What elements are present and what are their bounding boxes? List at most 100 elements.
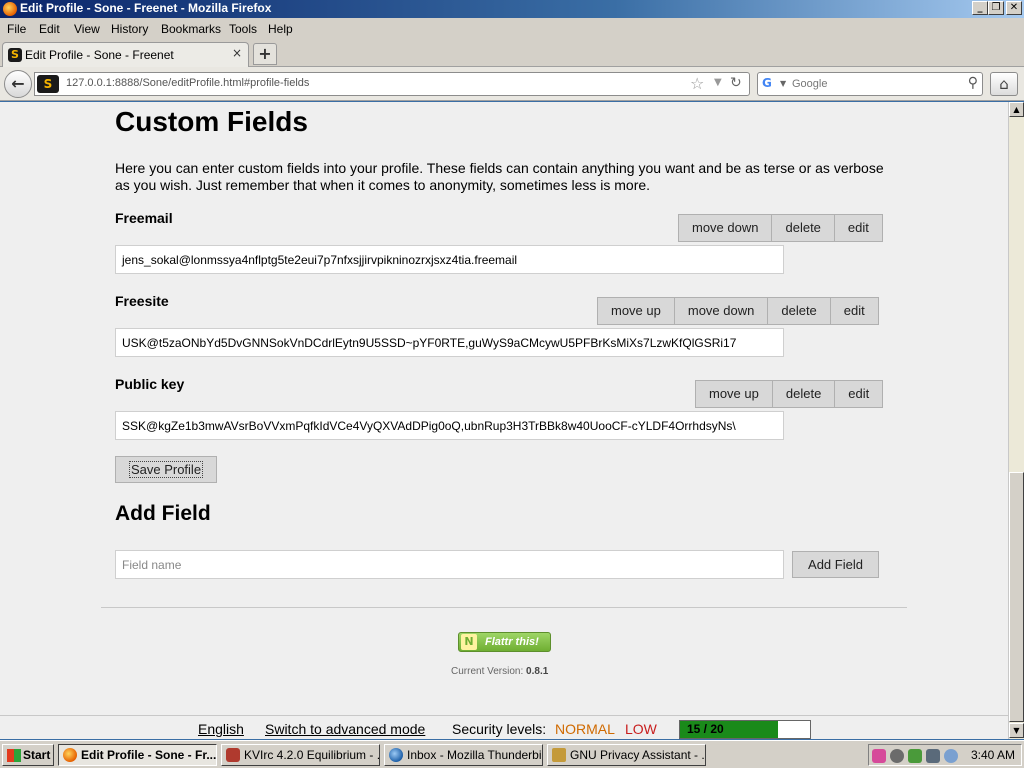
friends-security-level[interactable]: LOW xyxy=(625,721,657,737)
field-label-freemail: Freemail xyxy=(115,210,173,226)
move-up-button[interactable]: move up xyxy=(597,297,675,325)
reload-icon[interactable]: ↻ xyxy=(730,75,742,91)
tab-title: Edit Profile - Sone - Freenet xyxy=(25,48,174,62)
taskbar-item-firefox[interactable]: Edit Profile - Sone - Fr... xyxy=(58,744,217,766)
field-label-public-key: Public key xyxy=(115,376,185,392)
move-down-button[interactable]: move down xyxy=(678,214,773,242)
minimize-button[interactable]: _ xyxy=(972,1,988,15)
peers-progress-bar: 15 / 20 xyxy=(679,720,811,739)
thunderbird-icon xyxy=(389,748,403,762)
window-title: Edit Profile - Sone - Freenet - Mozilla … xyxy=(20,1,272,15)
navigation-bar: ← S 127.0.0.1:8888/Sone/editProfile.html… xyxy=(0,67,1024,101)
add-field-button[interactable]: Add Field xyxy=(792,551,879,578)
taskbar: Start Edit Profile - Sone - Fr... KVIrc … xyxy=(0,740,1024,768)
home-icon: ⌂ xyxy=(999,75,1009,93)
search-icon[interactable]: ⚲ xyxy=(968,75,978,91)
search-placeholder: Google xyxy=(792,78,828,90)
taskbar-item-gpa[interactable]: GNU Privacy Assistant - ... xyxy=(547,744,706,766)
menu-history[interactable]: History xyxy=(111,22,148,36)
save-profile-label: Save Profile xyxy=(128,461,204,478)
search-box[interactable]: G ▼ Google ⚲ xyxy=(757,72,983,96)
menu-file[interactable]: File xyxy=(7,22,26,36)
network-icon[interactable] xyxy=(944,749,958,763)
freesite-value-field[interactable]: USK@t5zaONbYd5DvGNNSokVnDCdrlEytn9U5SSD~… xyxy=(115,328,784,357)
system-tray: 3:40 AM xyxy=(868,744,1022,766)
language-link[interactable]: English xyxy=(198,721,244,737)
taskbar-item-label: KVIrc 4.2.0 Equilibrium - ... xyxy=(244,748,380,762)
firefox-icon xyxy=(63,748,77,762)
menu-bookmarks[interactable]: Bookmarks xyxy=(161,22,221,36)
site-identity-icon[interactable]: S xyxy=(37,75,59,93)
public-key-value-field[interactable]: SSK@kgZe1b3mwAVsrBoVVxmPqfkIdVCe4VyQXVAd… xyxy=(115,411,784,440)
field-name-input[interactable]: Field name xyxy=(115,550,784,579)
save-profile-button[interactable]: Save Profile xyxy=(115,456,217,483)
version-number: 0.8.1 xyxy=(526,666,549,677)
security-levels-label: Security levels: xyxy=(452,721,547,737)
menu-edit[interactable]: Edit xyxy=(39,22,60,36)
tab-strip: S Edit Profile - Sone - Freenet × + xyxy=(0,40,1024,67)
taskbar-item-thunderbird[interactable]: Inbox - Mozilla Thunderbird xyxy=(384,744,543,766)
public-key-button-group: move up delete edit xyxy=(695,380,884,408)
tab-close-button[interactable]: × xyxy=(232,46,242,60)
footer-divider xyxy=(101,607,907,608)
status-bar: English Switch to advanced mode Security… xyxy=(0,715,1008,739)
edit-button[interactable]: edit xyxy=(835,380,884,408)
maximize-button[interactable]: ❐ xyxy=(988,1,1004,15)
menu-tools[interactable]: Tools xyxy=(229,22,257,36)
menu-view[interactable]: View xyxy=(74,22,100,36)
close-window-button[interactable]: ✕ xyxy=(1006,1,1022,15)
tray-app-icon[interactable] xyxy=(908,749,922,763)
vertical-scrollbar[interactable]: ▲ ▼ xyxy=(1008,102,1024,739)
page-content: Custom Fields Here you can enter custom … xyxy=(0,102,1008,715)
tab-edit-profile[interactable]: S Edit Profile - Sone - Freenet × xyxy=(2,42,249,67)
freemail-value-field[interactable]: jens_sokal@lonmssya4nflptg5te2eui7p7nfxs… xyxy=(115,245,784,274)
advanced-mode-link[interactable]: Switch to advanced mode xyxy=(265,721,425,737)
scroll-down-arrow-icon[interactable]: ▼ xyxy=(1009,723,1024,738)
tray-app-icon[interactable] xyxy=(890,749,904,763)
taskbar-item-kvirc[interactable]: KVIrc 4.2.0 Equilibrium - ... xyxy=(221,744,380,766)
tray-app-icon[interactable] xyxy=(926,749,940,763)
menu-bar: File Edit View History Bookmarks Tools H… xyxy=(0,18,1024,40)
tray-app-icon[interactable] xyxy=(872,749,886,763)
url-bar[interactable]: S 127.0.0.1:8888/Sone/editProfile.html#p… xyxy=(34,72,750,96)
clock: 3:40 AM xyxy=(971,748,1016,762)
page-title: Custom Fields xyxy=(115,106,308,137)
scrollbar-thumb[interactable] xyxy=(1009,472,1024,722)
url-history-dropdown-icon[interactable]: ▼ xyxy=(714,77,722,88)
search-engine-dropdown-icon[interactable]: ▼ xyxy=(780,79,786,88)
delete-button[interactable]: delete xyxy=(772,380,836,408)
flattr-icon: N xyxy=(461,634,477,650)
url-text[interactable]: 127.0.0.1:8888/Sone/editProfile.html#pro… xyxy=(66,77,309,89)
menu-help[interactable]: Help xyxy=(268,22,293,36)
freesite-button-group: move up move down delete edit xyxy=(597,297,879,325)
peers-count: 15 / 20 xyxy=(687,722,724,736)
flattr-label: Flattr this! xyxy=(485,636,539,648)
gpa-icon xyxy=(552,748,566,762)
firefox-icon xyxy=(3,2,17,16)
move-down-button[interactable]: move down xyxy=(674,297,769,325)
add-field-heading: Add Field xyxy=(115,502,211,525)
kvirc-icon xyxy=(226,748,240,762)
window-title-bar[interactable]: Edit Profile - Sone - Freenet - Mozilla … xyxy=(0,0,1024,18)
bookmark-star-icon[interactable]: ☆ xyxy=(690,74,704,93)
delete-button[interactable]: delete xyxy=(768,297,831,325)
taskbar-item-label: Edit Profile - Sone - Fr... xyxy=(81,748,217,762)
edit-button[interactable]: edit xyxy=(834,214,883,242)
start-label: Start xyxy=(23,748,51,762)
version-info: Current Version: 0.8.1 xyxy=(451,666,548,677)
scroll-up-arrow-icon[interactable]: ▲ xyxy=(1009,102,1024,117)
back-button[interactable]: ← xyxy=(4,70,32,98)
google-icon[interactable]: G xyxy=(762,76,778,92)
edit-button[interactable]: edit xyxy=(830,297,879,325)
taskbar-item-label: GNU Privacy Assistant - ... xyxy=(570,748,706,762)
taskbar-item-label: Inbox - Mozilla Thunderbird xyxy=(407,748,543,762)
delete-button[interactable]: delete xyxy=(772,214,835,242)
sone-icon: S xyxy=(8,48,22,62)
flattr-button[interactable]: N Flattr this! xyxy=(458,632,551,652)
intro-text: Here you can enter custom fields into yo… xyxy=(115,160,884,193)
move-up-button[interactable]: move up xyxy=(695,380,773,408)
start-button[interactable]: Start xyxy=(2,744,54,766)
home-button[interactable]: ⌂ xyxy=(990,72,1018,96)
network-security-level[interactable]: NORMAL xyxy=(555,721,615,737)
new-tab-button[interactable]: + xyxy=(253,43,277,65)
